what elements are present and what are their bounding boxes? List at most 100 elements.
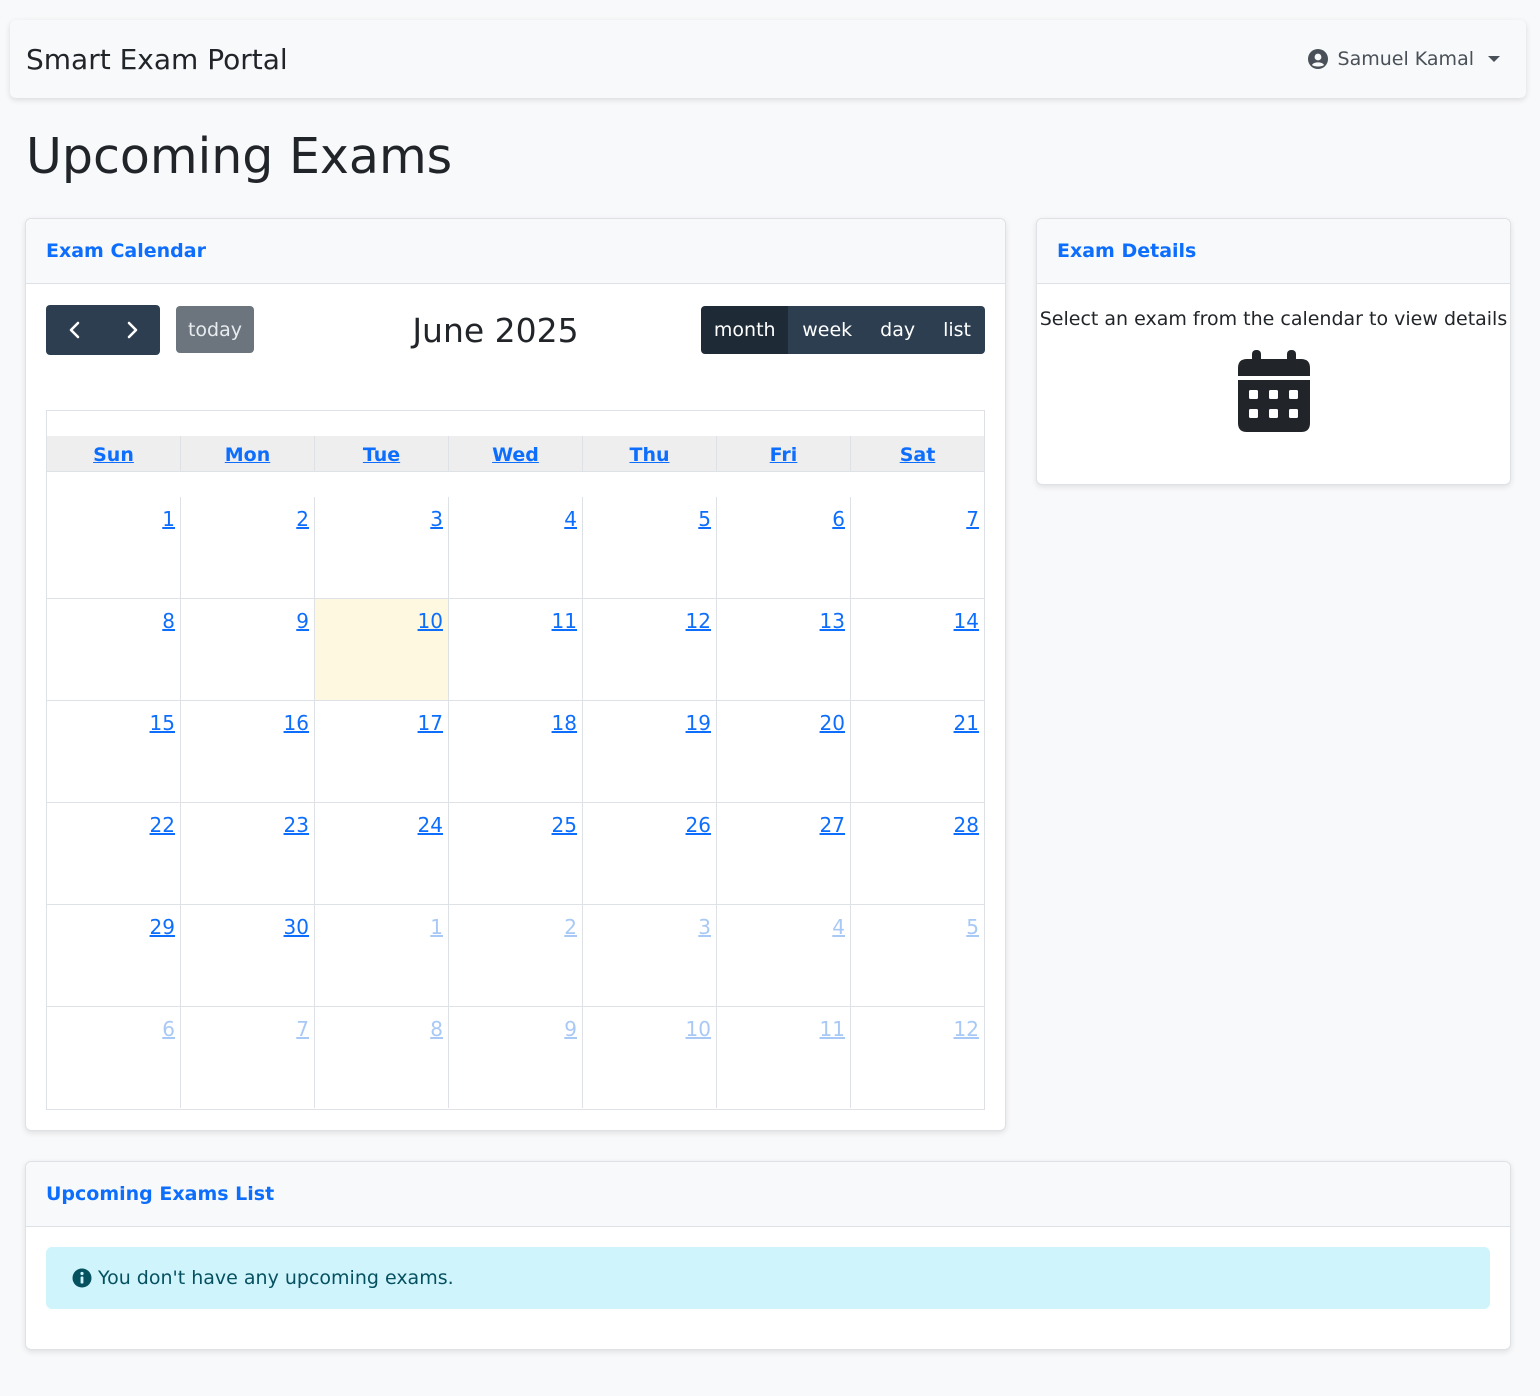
calendar-day-cell[interactable]: 12 [851,1007,984,1108]
weekday-wed[interactable]: Wed [449,436,583,471]
view-day-button[interactable]: day [866,306,930,354]
day-number-link[interactable]: 1 [430,915,443,939]
day-number-link[interactable]: 11 [820,1017,845,1041]
day-number-link[interactable]: 6 [832,507,845,531]
day-number-link[interactable]: 7 [966,507,979,531]
day-number-link[interactable]: 20 [820,711,845,735]
day-number-link[interactable]: 2 [564,915,577,939]
day-number-link[interactable]: 16 [284,711,309,735]
calendar-day-cell[interactable]: 7 [851,497,984,598]
user-menu-dropdown[interactable]: Samuel Kamal [1307,48,1500,70]
calendar-day-cell[interactable]: 27 [717,803,851,904]
weekday-sun[interactable]: Sun [47,436,181,471]
day-number-link[interactable]: 22 [150,813,175,837]
day-number-link[interactable]: 3 [430,507,443,531]
day-number-link[interactable]: 23 [284,813,309,837]
calendar-day-cell[interactable]: 22 [47,803,181,904]
calendar-day-cell[interactable]: 15 [47,701,181,802]
calendar-day-cell[interactable]: 20 [717,701,851,802]
calendar-day-cell[interactable]: 21 [851,701,984,802]
calendar-day-cell[interactable]: 2 [181,497,315,598]
prev-month-button[interactable] [46,305,103,355]
calendar-day-cell[interactable]: 4 [449,497,583,598]
calendar-day-cell[interactable]: 18 [449,701,583,802]
day-number-link[interactable]: 8 [162,609,175,633]
day-number-link[interactable]: 13 [820,609,845,633]
view-list-button[interactable]: list [929,306,985,354]
day-number-link[interactable]: 6 [162,1017,175,1041]
day-number-link[interactable]: 10 [418,609,443,633]
day-number-link[interactable]: 26 [686,813,711,837]
calendar-day-cell[interactable]: 1 [47,497,181,598]
calendar-day-cell[interactable]: 24 [315,803,449,904]
day-number-link[interactable]: 15 [150,711,175,735]
calendar-day-cell[interactable]: 7 [181,1007,315,1108]
day-number-link[interactable]: 5 [698,507,711,531]
view-month-button[interactable]: month [701,306,789,354]
calendar-day-cell[interactable]: 9 [449,1007,583,1108]
day-number-link[interactable]: 2 [296,507,309,531]
weekday-thu[interactable]: Thu [583,436,717,471]
weekday-tue[interactable]: Tue [315,436,449,471]
calendar-day-cell[interactable]: 3 [315,497,449,598]
day-number-link[interactable]: 19 [686,711,711,735]
calendar-day-cell[interactable]: 19 [583,701,717,802]
calendar-day-cell[interactable]: 10 [583,1007,717,1108]
calendar-day-cell[interactable]: 11 [717,1007,851,1108]
day-number-link[interactable]: 3 [698,915,711,939]
calendar-day-cell[interactable]: 14 [851,599,984,700]
calendar-day-cell[interactable]: 26 [583,803,717,904]
calendar-day-cell[interactable]: 5 [851,905,984,1006]
weekday-fri[interactable]: Fri [717,436,851,471]
day-number-link[interactable]: 28 [954,813,979,837]
calendar-day-cell[interactable]: 1 [315,905,449,1006]
day-number-link[interactable]: 5 [966,915,979,939]
next-month-button[interactable] [103,305,160,355]
day-number-link[interactable]: 8 [430,1017,443,1041]
calendar-day-cell[interactable]: 23 [181,803,315,904]
weekday-sat[interactable]: Sat [851,436,984,471]
day-number-link[interactable]: 12 [686,609,711,633]
calendar-day-cell[interactable]: 2 [449,905,583,1006]
day-number-link[interactable]: 10 [686,1017,711,1041]
calendar-day-cell[interactable]: 11 [449,599,583,700]
day-number-link[interactable]: 14 [954,609,979,633]
day-number-link[interactable]: 7 [296,1017,309,1041]
calendar-day-cell[interactable]: 8 [315,1007,449,1108]
day-number-link[interactable]: 17 [418,711,443,735]
weekday-mon[interactable]: Mon [181,436,315,471]
day-number-link[interactable]: 29 [150,915,175,939]
calendar-day-cell[interactable]: 8 [47,599,181,700]
day-number-link[interactable]: 18 [552,711,577,735]
calendar-day-cell[interactable]: 6 [47,1007,181,1108]
day-number-link[interactable]: 9 [564,1017,577,1041]
calendar-day-cell[interactable]: 3 [583,905,717,1006]
day-number-link[interactable]: 30 [284,915,309,939]
day-number-link[interactable]: 9 [296,609,309,633]
day-number-link[interactable]: 12 [954,1017,979,1041]
day-number-link[interactable]: 25 [552,813,577,837]
day-number-link[interactable]: 21 [954,711,979,735]
calendar-day-cell[interactable]: 25 [449,803,583,904]
calendar-day-cell[interactable]: 6 [717,497,851,598]
calendar-day-cell[interactable]: 29 [47,905,181,1006]
calendar-day-cell[interactable]: 5 [583,497,717,598]
day-number-link[interactable]: 24 [418,813,443,837]
day-number-link[interactable]: 4 [832,915,845,939]
calendar-day-cell[interactable]: 13 [717,599,851,700]
today-button[interactable]: today [176,306,254,353]
view-week-button[interactable]: week [788,306,867,354]
day-number-link[interactable]: 27 [820,813,845,837]
calendar-day-cell[interactable]: 30 [181,905,315,1006]
calendar-day-cell[interactable]: 17 [315,701,449,802]
day-number-link[interactable]: 1 [162,507,175,531]
calendar-day-cell[interactable]: 9 [181,599,315,700]
calendar-day-cell[interactable]: 12 [583,599,717,700]
calendar-day-cell[interactable]: 28 [851,803,984,904]
brand-title[interactable]: Smart Exam Portal [26,43,288,76]
calendar-day-cell[interactable]: 4 [717,905,851,1006]
day-number-link[interactable]: 11 [552,609,577,633]
calendar-day-cell-today[interactable]: 10 [315,599,449,700]
day-number-link[interactable]: 4 [564,507,577,531]
calendar-day-cell[interactable]: 16 [181,701,315,802]
